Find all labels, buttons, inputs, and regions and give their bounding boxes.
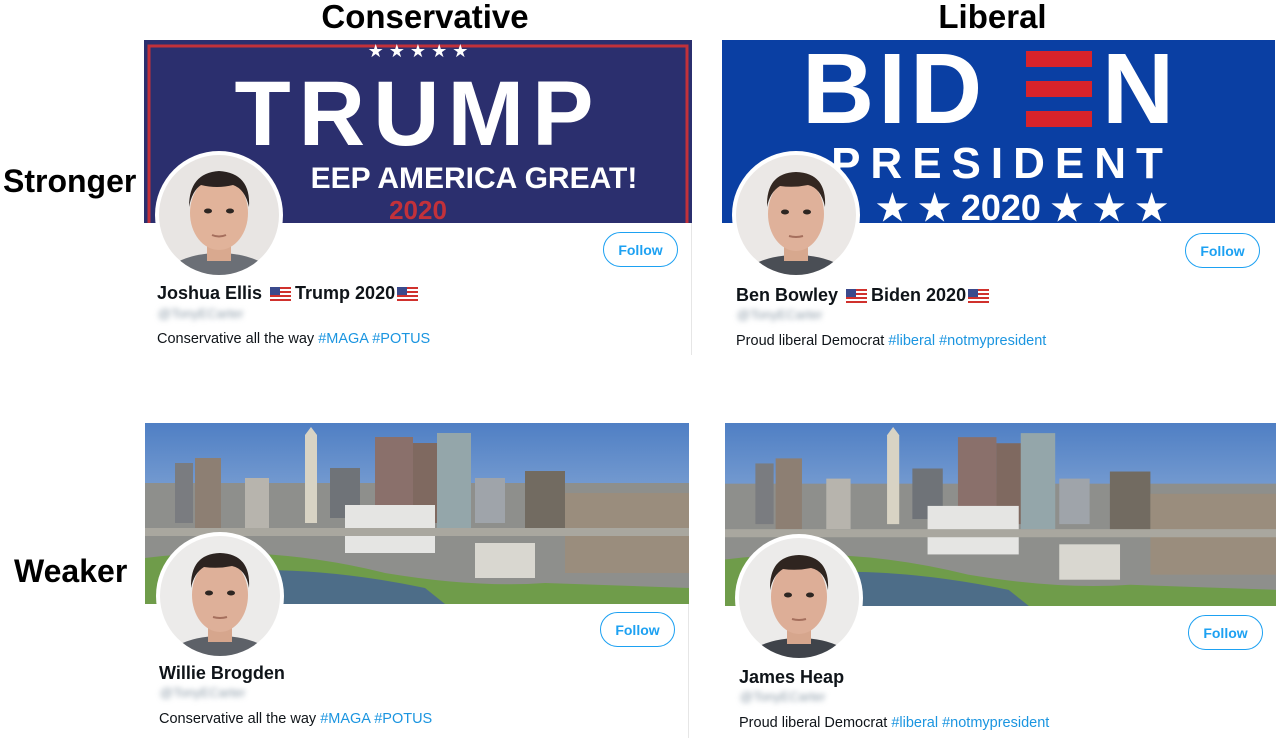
row-heading-weaker: Weaker [14, 553, 128, 589]
follow-button[interactable]: Follow [600, 612, 675, 647]
hashtag-link[interactable]: #liberal [891, 715, 938, 731]
banner-headline: TRUMP [234, 63, 601, 165]
bio: Proud liberal Democrat #liberal #notmypr… [736, 333, 1046, 349]
follow-button[interactable]: Follow [1188, 615, 1263, 650]
bio-text: Proud liberal Democrat [739, 715, 888, 731]
bio-text: Conservative all the way [159, 711, 317, 727]
banner-year: 2020 [389, 195, 447, 223]
column-heading-liberal: Liberal [938, 0, 1047, 35]
bio: Conservative all the way #MAGA #POTUS [157, 331, 430, 347]
hashtag-link[interactable]: #notmypresident [942, 715, 1049, 731]
profile-photo-icon [159, 155, 279, 275]
row-heading-stronger: Stronger [3, 163, 137, 199]
banner-headline: BID [802, 40, 986, 145]
profile-card-joshua-ellis: ★ ★ ★ ★ ★ TRUMP EEP AMERICA GREAT! 2020 … [144, 40, 692, 355]
hashtag-link[interactable]: #liberal [888, 333, 935, 349]
profile-photo-icon [160, 536, 280, 656]
profile-card-ben-bowley: BID N PRESIDENT ★ ★ 2020 ★ ★ ★ Follow Be… [722, 40, 1275, 358]
banner-subline: EEP AMERICA GREAT! [311, 162, 638, 195]
display-name-text: Willie Brogden [159, 663, 285, 683]
follow-button[interactable]: Follow [603, 232, 678, 267]
profile-photo-icon [739, 538, 859, 658]
display-name: Willie Brogden [159, 663, 285, 684]
profile-card-willie-brogden: Follow Willie Brogden @TonyECarter Conse… [145, 423, 689, 738]
display-name-text: Ben Bowley [736, 285, 839, 305]
banner-stars: ★ ★ ★ ★ ★ [368, 41, 469, 61]
hashtag-link[interactable]: #MAGA [320, 711, 370, 727]
display-name-text: Joshua Ellis [157, 283, 263, 303]
display-name-suffix: Biden 2020 [871, 285, 967, 305]
display-name: Ben Bowley Biden 2020 [736, 285, 993, 306]
follow-button[interactable]: Follow [1185, 233, 1260, 268]
user-handle: @TonyECarter [740, 689, 826, 704]
column-heading-conservative: Conservative [321, 0, 529, 35]
avatar[interactable] [156, 532, 284, 660]
us-flag-icon [270, 286, 292, 301]
hashtag-link[interactable]: #notmypresident [939, 333, 1046, 349]
display-name: James Heap [739, 667, 844, 688]
us-flag-icon [968, 288, 990, 303]
avatar[interactable] [732, 151, 860, 279]
bio: Conservative all the way #MAGA #POTUS [159, 711, 432, 727]
user-handle: @TonyECarter [160, 685, 246, 700]
hashtag-link[interactable]: #POTUS [372, 331, 430, 347]
avatar[interactable] [155, 151, 283, 279]
display-name: Joshua Ellis Trump 2020 [157, 283, 422, 304]
banner-headline: N [1102, 40, 1174, 145]
banner-stripes-e [1026, 51, 1092, 127]
hashtag-link[interactable]: #POTUS [374, 711, 432, 727]
display-name-text: James Heap [739, 667, 845, 687]
user-handle: @TonyECarter [158, 306, 244, 321]
bio-text: Conservative all the way [157, 331, 315, 347]
us-flag-icon [846, 288, 868, 303]
profile-card-james-heap: Follow James Heap @TonyECarter Proud lib… [725, 423, 1276, 741]
hashtag-link[interactable]: #MAGA [318, 331, 368, 347]
user-handle: @TonyECarter [737, 307, 823, 322]
banner-subline: PRESIDENT [831, 139, 1173, 188]
us-flag-icon [397, 286, 419, 301]
display-name-suffix: Trump 2020 [295, 283, 396, 303]
bio-text: Proud liberal Democrat [736, 333, 885, 349]
bio: Proud liberal Democrat #liberal #notmypr… [739, 715, 1049, 731]
avatar[interactable] [735, 534, 863, 662]
profile-photo-icon [736, 155, 856, 275]
banner-year: ★ ★ 2020 ★ ★ ★ [876, 187, 1167, 223]
